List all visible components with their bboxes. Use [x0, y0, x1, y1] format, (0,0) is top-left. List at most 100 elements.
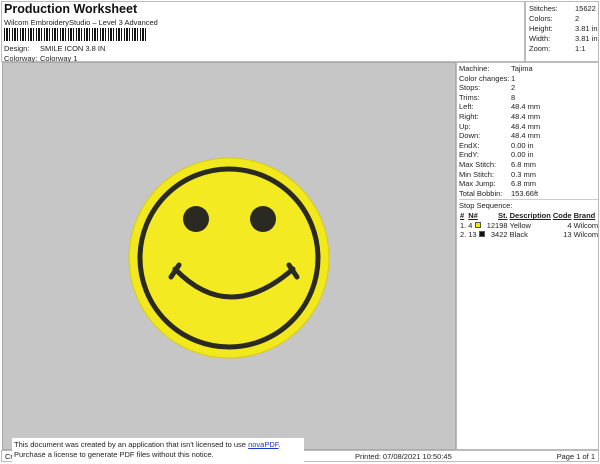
- info-value: 48.4 mm: [511, 121, 541, 131]
- description: Yellow: [509, 220, 531, 230]
- info-label: Total Bobbin:: [459, 188, 503, 198]
- info-value: 1:1: [575, 44, 586, 53]
- info-value: 153.66ft: [511, 188, 539, 198]
- details-panel: Machine: Tajima Color changes: 1 Stops: 2 Trim…: [456, 62, 599, 450]
- info-row: Colors: 2: [529, 14, 598, 24]
- design-value: SMILE ICON 3.8 IN: [40, 44, 106, 53]
- code: 4: [567, 220, 572, 230]
- column-header: N#: [468, 211, 478, 221]
- printed-date: Printed: 07/08/2021 10:50:45: [355, 452, 452, 461]
- info-label: Min Stitch:: [459, 169, 495, 179]
- smiley-design: [128, 157, 330, 359]
- notice-text-2: Purchase a license to generate PDF files…: [14, 450, 214, 459]
- needle: 4: [467, 220, 485, 230]
- design-preview: [2, 62, 456, 450]
- notice-period: .: [278, 440, 281, 449]
- info-label: Machine:: [459, 64, 490, 73]
- notice-text: This document was created by an applicat…: [14, 440, 249, 449]
- info-row: Right: 48.4 mm: [459, 112, 598, 122]
- stop-sequence-title: Stop Sequence:: [459, 199, 598, 210]
- info-value: 0.3 mm: [511, 169, 537, 179]
- page-number: Page 1 of 1: [556, 452, 595, 461]
- info-label: Colors:: [529, 14, 553, 23]
- right-eye: [250, 206, 276, 232]
- info-label: Stops:: [459, 83, 481, 93]
- design-label: Design:: [4, 44, 30, 53]
- info-row: Trims: 8: [459, 93, 598, 103]
- left-eye: [183, 206, 209, 232]
- color-swatch: [474, 221, 481, 228]
- info-row: Stops: 2: [459, 83, 598, 93]
- info-value: 15622: [575, 4, 596, 13]
- code: 13: [563, 230, 572, 240]
- info-row: Stitches: 15622: [529, 4, 598, 14]
- info-value: Tajima: [511, 64, 533, 73]
- info-label: Right:: [459, 111, 479, 121]
- info-value: 8: [511, 92, 516, 102]
- column-header: Code: [552, 211, 572, 221]
- column-header: Brand: [573, 211, 596, 221]
- info-value: 0.00 in: [511, 140, 534, 150]
- info-label: Stitches:: [529, 4, 558, 13]
- info-value: 3.81 in: [575, 34, 598, 43]
- info-value: 6.8 mm: [511, 159, 537, 169]
- info-value: 2: [511, 83, 516, 93]
- stop-sequence-table: # N# St. Description Code Brand 1. 4 12198 Yello…: [459, 211, 599, 239]
- info-label: Max Jump:: [459, 179, 496, 189]
- info-label: Down:: [459, 131, 481, 141]
- info-row: Width: 3.81 in: [529, 34, 598, 44]
- info-label: Max Stitch:: [459, 159, 497, 169]
- stitches: 12198: [486, 220, 508, 230]
- face-fill: [143, 172, 315, 344]
- info-row: Max Stitch: 6.8 mm: [459, 160, 598, 170]
- info-row: EndY: 0.00 in: [459, 150, 598, 160]
- summary-box: Stitches: 15622 Colors: 2 Height: 3.81 in Widt…: [525, 1, 599, 62]
- info-value: 0.00 in: [511, 150, 534, 160]
- row-index: 1.: [460, 220, 467, 230]
- info-row: EndX: 0.00 in: [459, 141, 598, 151]
- info-row: Zoom: 1:1: [529, 44, 598, 54]
- info-label: Trims:: [459, 92, 480, 102]
- info-row: Machine: Tajima: [459, 64, 598, 74]
- info-value: 1: [511, 73, 516, 83]
- info-row: Up: 48.4 mm: [459, 122, 598, 132]
- info-row: Min Stitch: 0.3 mm: [459, 170, 598, 180]
- needle: 13: [467, 230, 485, 240]
- software-name: Wilcom EmbroideryStudio – Level 3 Advanc…: [4, 18, 158, 27]
- info-value: 3.81 in: [575, 24, 598, 33]
- info-value: 48.4 mm: [511, 131, 541, 141]
- info-label: Zoom:: [529, 44, 551, 53]
- info-value: 2: [575, 14, 580, 23]
- row-index: 2.: [460, 230, 467, 240]
- info-row: Total Bobbin: 153.66ft: [459, 189, 598, 199]
- column-header: St.: [497, 211, 508, 221]
- info-label: EndX:: [459, 140, 480, 150]
- info-row: Height: 3.81 in: [529, 24, 598, 34]
- brand: Wilcom: [573, 220, 599, 230]
- barcode: [4, 28, 148, 41]
- info-value: 6.8 mm: [511, 179, 537, 189]
- page-title: Production Worksheet: [4, 2, 138, 16]
- info-label: Left:: [459, 102, 474, 112]
- info-label: EndY:: [459, 150, 480, 160]
- info-row: Left: 48.4 mm: [459, 102, 598, 112]
- license-notice: This document was created by an applicat…: [12, 438, 304, 462]
- stitches: 3422: [490, 230, 508, 240]
- column-header: Description: [509, 211, 551, 221]
- info-label: Height:: [529, 24, 553, 33]
- info-value: 48.4 mm: [511, 111, 541, 121]
- info-label: Color changes:: [459, 73, 510, 83]
- description: Black: [509, 230, 528, 240]
- color-swatch: [478, 231, 485, 238]
- brand: Wilcom: [573, 230, 599, 240]
- info-row: Down: 48.4 mm: [459, 131, 598, 141]
- info-label: Width:: [529, 34, 551, 43]
- column-header: #: [460, 211, 465, 221]
- table-row: 1. 4 12198 Yellow 4 Wilcom: [459, 220, 599, 230]
- info-row: Color changes: 1: [459, 74, 598, 84]
- info-value: 48.4 mm: [511, 102, 541, 112]
- table-header: # N# St. Description Code Brand: [459, 211, 599, 220]
- info-row: Max Jump: 6.8 mm: [459, 179, 598, 189]
- info-label: Up:: [459, 121, 471, 131]
- novapdf-link[interactable]: novaPDF: [248, 440, 278, 449]
